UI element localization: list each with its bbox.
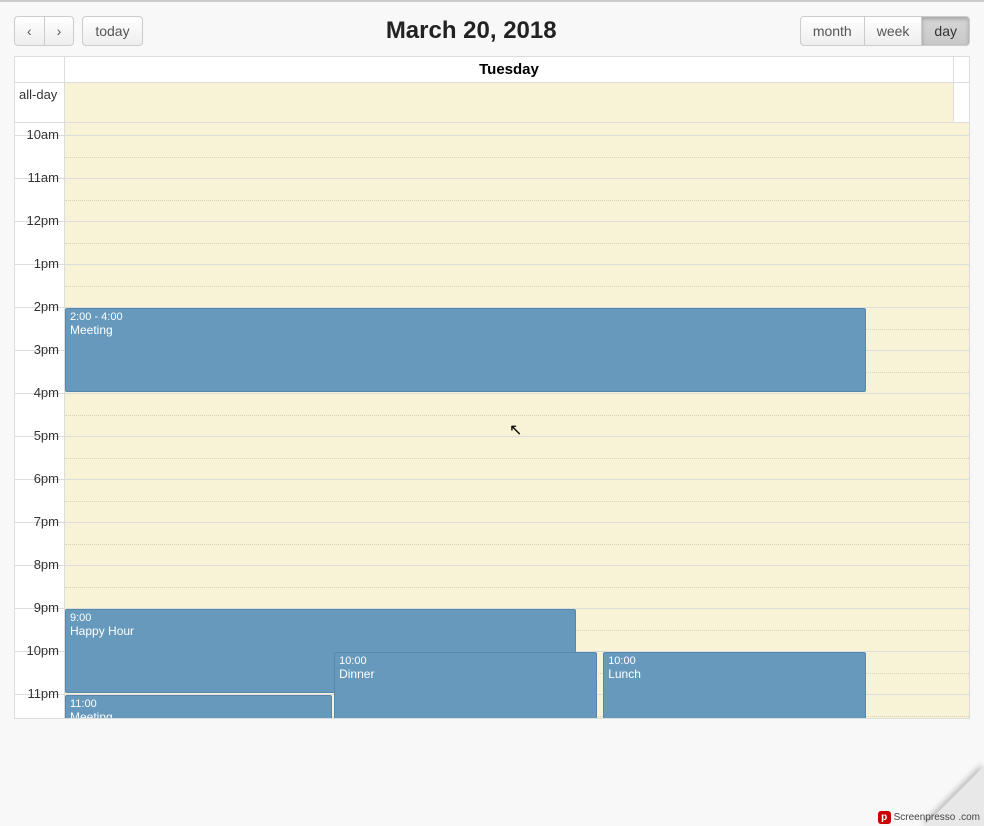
view-switcher: month week day <box>800 16 970 46</box>
hour-label: 11pm <box>15 686 65 701</box>
hour-label: 6pm <box>15 471 65 486</box>
hour-label: 11am <box>15 170 65 185</box>
calendar: Tuesday all-day 1am2am3am4am5am6am7am8am… <box>14 56 970 719</box>
allday-slot[interactable] <box>65 83 953 122</box>
hour-row[interactable] <box>15 437 969 480</box>
hour-row[interactable] <box>15 123 969 136</box>
allday-row: all-day <box>15 83 969 123</box>
event-title: Dinner <box>339 667 592 681</box>
calendar-event[interactable]: 10:00Dinner <box>334 652 597 718</box>
view-day-button[interactable]: day <box>921 17 969 45</box>
chevron-right-icon: › <box>57 23 62 39</box>
hour-label: 5pm <box>15 428 65 443</box>
hour-label: 10am <box>15 127 65 142</box>
hour-label: 10pm <box>15 643 65 658</box>
screenpresso-logo-icon: p <box>878 811 891 824</box>
hour-row[interactable] <box>15 265 969 308</box>
hour-row[interactable] <box>15 136 969 179</box>
event-title: Meeting <box>70 710 327 718</box>
next-button[interactable]: › <box>44 17 74 45</box>
event-title: Lunch <box>608 667 861 681</box>
hour-row[interactable] <box>15 394 969 437</box>
hour-label: 2pm <box>15 299 65 314</box>
scroll-gutter <box>953 83 969 122</box>
view-week-button[interactable]: week <box>864 17 922 45</box>
time-grid-container: 1am2am3am4am5am6am7am8am9am10am11am12pm1… <box>15 123 969 718</box>
axis-header <box>15 57 65 82</box>
calendar-event[interactable]: 10:00Lunch <box>603 652 866 718</box>
hour-row[interactable] <box>15 480 969 523</box>
event-title: Happy Hour <box>70 624 571 638</box>
hour-row[interactable] <box>15 179 969 222</box>
hour-label: 8pm <box>15 557 65 572</box>
hour-label: 7pm <box>15 514 65 529</box>
event-time: 10:00 <box>608 655 861 667</box>
hour-label: 3pm <box>15 342 65 357</box>
event-time: 11:00 <box>70 698 327 710</box>
screenpresso-watermark: p Screenpresso.com <box>824 766 984 826</box>
hour-label: 4pm <box>15 385 65 400</box>
calendar-event[interactable]: 2:00 - 4:00Meeting <box>65 308 866 392</box>
nav-button-group: ‹ › <box>14 16 74 46</box>
chevron-left-icon: ‹ <box>27 23 32 39</box>
page-title: March 20, 2018 <box>143 17 800 45</box>
day-header: Tuesday <box>65 57 953 82</box>
watermark-brand: Screenpresso <box>894 812 956 823</box>
hour-label: 1pm <box>15 256 65 271</box>
calendar-header-row: Tuesday <box>15 57 969 83</box>
hour-label: 9pm <box>15 600 65 615</box>
hour-label: 12pm <box>15 213 65 228</box>
hour-row[interactable] <box>15 222 969 265</box>
hour-row[interactable] <box>15 566 969 609</box>
event-title: Meeting <box>70 323 861 337</box>
event-time: 9:00 <box>70 612 571 624</box>
scroll-gutter <box>953 57 969 82</box>
time-grid[interactable]: 1am2am3am4am5am6am7am8am9am10am11am12pm1… <box>15 123 969 718</box>
event-time: 2:00 - 4:00 <box>70 311 861 323</box>
view-month-button[interactable]: month <box>801 17 864 45</box>
today-button[interactable]: today <box>82 16 142 46</box>
allday-label: all-day <box>15 83 65 122</box>
event-time: 10:00 <box>339 655 592 667</box>
toolbar: ‹ › today March 20, 2018 month week day <box>14 16 970 46</box>
time-grid-scroll[interactable]: 1am2am3am4am5am6am7am8am9am10am11am12pm1… <box>15 123 969 718</box>
hour-row[interactable] <box>15 523 969 566</box>
calendar-event[interactable]: 11:00Meeting <box>65 695 332 718</box>
prev-button[interactable]: ‹ <box>15 17 44 45</box>
watermark-suffix: .com <box>958 812 980 823</box>
